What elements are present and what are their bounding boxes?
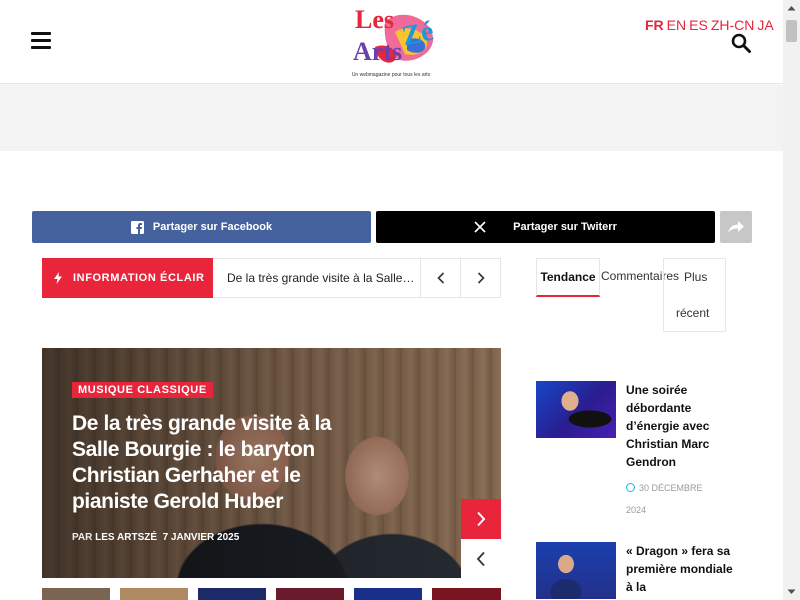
ticker-prev-button[interactable] xyxy=(420,259,460,297)
svg-text:Les: Les xyxy=(355,5,394,34)
slider-thumb[interactable] xyxy=(432,588,501,600)
post-thumbnail[interactable] xyxy=(536,381,616,438)
hero-author[interactable]: LES ARTSZÉ xyxy=(95,532,157,543)
tab-trending[interactable]: Tendance xyxy=(536,258,600,297)
scroll-thumb[interactable] xyxy=(786,20,797,42)
share-more-button[interactable] xyxy=(720,211,752,243)
search-icon[interactable] xyxy=(731,33,751,53)
lang-zh-cn[interactable]: ZH-CN xyxy=(711,17,755,33)
share-facebook-button[interactable]: Partager sur Facebook xyxy=(32,211,371,243)
slider-thumbnails xyxy=(42,588,501,600)
sidebar-tabs: Tendance Commentaires Plus récent xyxy=(536,258,726,332)
ticker-headline[interactable]: De la très grande visite à la Salle Bour… xyxy=(227,271,417,285)
language-switcher: FR EN ES ZH-CN JA xyxy=(645,17,777,33)
hero-next-button[interactable] xyxy=(461,499,501,539)
sidebar-post[interactable]: Une soirée débordante d’énergie avec Chr… xyxy=(536,381,736,521)
hero-category-badge[interactable]: MUSIQUE CLASSIQUE xyxy=(72,382,213,398)
ad-banner-area xyxy=(0,85,783,151)
thumb-active-pointer xyxy=(67,580,85,588)
breaking-news-label: INFORMATION ÉCLAIR xyxy=(42,258,213,298)
ticker-next-button[interactable] xyxy=(460,259,500,297)
svg-text:Zé: Zé xyxy=(399,16,436,53)
slider-thumb[interactable] xyxy=(42,588,110,600)
post-title[interactable]: Une soirée débordante d’énergie avec Chr… xyxy=(626,381,736,471)
hero-by-label: PAR xyxy=(72,532,93,543)
hero-slide[interactable]: MUSIQUE CLASSIQUE De la très grande visi… xyxy=(42,348,501,578)
logo-tagline: Un webmagazine pour tous les arts xyxy=(351,72,431,78)
scroll-up-icon[interactable] xyxy=(783,0,800,17)
hero-title[interactable]: De la très grande visite à la Salle Bour… xyxy=(72,411,372,515)
facebook-icon xyxy=(130,220,144,234)
svg-text:Arts: Arts xyxy=(353,37,402,66)
post-title[interactable]: « Dragon » fera sa première mondiale à l… xyxy=(626,542,736,596)
breaking-news-ticker: De la très grande visite à la Salle Bour… xyxy=(213,258,501,298)
chevron-left-icon xyxy=(476,551,485,566)
tab-recent-label-2: récent xyxy=(676,306,710,320)
share-arrow-icon xyxy=(728,221,744,233)
chevron-left-icon xyxy=(436,272,444,284)
page-scrollbar[interactable] xyxy=(783,0,800,600)
site-logo[interactable]: Les Arts Zé Un webmagazine pour tous les… xyxy=(345,2,437,82)
sidebar-post[interactable]: « Dragon » fera sa première mondiale à l… xyxy=(536,542,736,600)
scroll-down-icon[interactable] xyxy=(783,583,800,600)
share-facebook-label: Partager sur Facebook xyxy=(152,221,273,233)
lang-es[interactable]: ES xyxy=(689,17,708,33)
x-icon xyxy=(474,221,486,233)
share-twitter-button[interactable]: Partager sur Twiterr xyxy=(376,211,715,243)
logo-graphic: Les Arts Zé xyxy=(353,5,436,66)
hero-prev-button[interactable] xyxy=(461,539,501,578)
lang-en[interactable]: EN xyxy=(667,17,686,33)
clock-icon xyxy=(626,483,635,492)
breaking-news-text: INFORMATION ÉCLAIR xyxy=(73,272,205,284)
hero-meta: PAR LES ARTSZÉ 7 JANVIER 2025 xyxy=(72,532,372,543)
tab-recent-label-1: Plus xyxy=(684,270,708,284)
post-thumbnail[interactable] xyxy=(536,542,616,599)
share-twitter-label: Partager sur Twiterr xyxy=(513,221,617,233)
slider-thumb[interactable] xyxy=(276,588,344,600)
slider-thumb[interactable] xyxy=(198,588,266,600)
hero-date: 7 JANVIER 2025 xyxy=(162,532,240,543)
site-header: Les Arts Zé Un webmagazine pour tous les… xyxy=(0,0,783,84)
lang-fr[interactable]: FR xyxy=(645,17,664,33)
menu-icon[interactable] xyxy=(31,32,51,49)
bolt-icon xyxy=(54,272,62,284)
slider-thumb[interactable] xyxy=(354,588,422,600)
chevron-right-icon xyxy=(477,511,486,527)
chevron-right-icon xyxy=(477,272,485,284)
lang-ja[interactable]: JA xyxy=(757,17,773,33)
slider-thumb[interactable] xyxy=(120,588,188,600)
tab-recent[interactable]: Plus récent xyxy=(663,258,726,332)
post-date: 30 DÉCEMBRE 2024 xyxy=(626,483,703,515)
hero-content: MUSIQUE CLASSIQUE De la très grande visi… xyxy=(72,380,372,543)
